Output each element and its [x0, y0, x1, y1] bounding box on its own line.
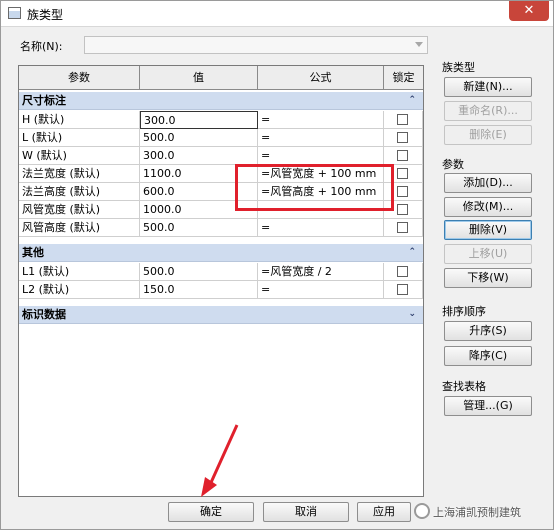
lock-checkbox[interactable]: [397, 222, 408, 233]
family-types-dialog: 族类型 ✕ 名称(N): 参数 值 公式 锁定 尺寸标注 ⌃ H (默认) 30…: [0, 0, 554, 530]
table-row[interactable]: 风管高度 (默认) 500.0 =: [19, 219, 423, 237]
move-down-button[interactable]: 下移(W): [444, 268, 532, 288]
expand-icon[interactable]: ⌄: [408, 306, 416, 323]
category-label: 标识数据: [22, 308, 66, 321]
lock-checkbox[interactable]: [397, 114, 408, 125]
param-name: 风管宽度 (默认): [19, 201, 140, 219]
remove-parameter-button[interactable]: 删除(V): [444, 220, 532, 240]
category-other[interactable]: 其他 ⌃: [19, 244, 423, 262]
table-row[interactable]: W (默认) 300.0 =: [19, 147, 423, 165]
lock-cell: [384, 129, 423, 147]
lock-checkbox[interactable]: [397, 266, 408, 277]
column-header-value[interactable]: 值: [140, 66, 258, 90]
param-name: 法兰高度 (默认): [19, 183, 140, 201]
table-row[interactable]: H (默认) 300.0 =: [19, 111, 423, 129]
category-label: 尺寸标注: [22, 94, 66, 107]
close-button[interactable]: ✕: [509, 1, 549, 21]
table-row[interactable]: L1 (默认) 500.0 =风管宽度 / 2: [19, 263, 423, 281]
sort-descending-button[interactable]: 降序(C): [444, 346, 532, 366]
category-identity-data[interactable]: 标识数据 ⌄: [19, 306, 423, 324]
ok-button[interactable]: 确定: [168, 502, 254, 522]
chevron-down-icon[interactable]: [415, 42, 423, 47]
lock-checkbox[interactable]: [397, 284, 408, 295]
app-icon: [8, 7, 21, 19]
param-name: L2 (默认): [19, 281, 140, 299]
param-name: H (默认): [19, 111, 140, 129]
collapse-icon[interactable]: ⌃: [408, 92, 416, 109]
table-row[interactable]: L2 (默认) 150.0 =: [19, 281, 423, 299]
param-name: L (默认): [19, 129, 140, 147]
category-label: 其他: [22, 246, 44, 259]
param-formula-input[interactable]: =: [258, 281, 384, 299]
param-value-input[interactable]: 300.0: [140, 147, 258, 165]
table-row[interactable]: L (默认) 500.0 =: [19, 129, 423, 147]
lock-cell: [384, 281, 423, 299]
param-formula-input[interactable]: =风管宽度 / 2: [258, 263, 384, 281]
param-formula-input[interactable]: =: [258, 147, 384, 165]
collapse-icon[interactable]: ⌃: [408, 244, 416, 261]
lock-checkbox[interactable]: [397, 168, 408, 179]
red-arrow-annotation: [201, 424, 239, 497]
add-parameter-button[interactable]: 添加(D)...: [444, 173, 532, 193]
param-value-input[interactable]: 500.0: [140, 263, 258, 281]
name-label: 名称(N):: [20, 40, 63, 53]
lookup-tables-label: 查找表格: [442, 380, 486, 393]
lock-cell: [384, 219, 423, 237]
cancel-button[interactable]: 取消: [263, 502, 349, 522]
param-value-input[interactable]: 150.0: [140, 281, 258, 299]
modify-parameter-button[interactable]: 修改(M)...: [444, 197, 532, 217]
lock-cell: [384, 111, 423, 129]
sort-ascending-button[interactable]: 升序(S): [444, 321, 532, 341]
watermark-logo-icon: [414, 503, 430, 519]
new-type-button[interactable]: 新建(N)...: [444, 77, 532, 97]
param-value-input[interactable]: 500.0: [140, 129, 258, 147]
watermark-text: 上海浦凯预制建筑: [433, 506, 521, 519]
delete-type-button[interactable]: 删除(E): [444, 125, 532, 145]
column-header-formula[interactable]: 公式: [258, 66, 384, 90]
param-value-input[interactable]: 300.0: [140, 111, 258, 129]
window-title: 族类型: [27, 8, 64, 22]
apply-button[interactable]: 应用: [357, 502, 411, 522]
lock-cell: [384, 263, 423, 281]
rename-type-button[interactable]: 重命名(R)...: [444, 101, 532, 121]
param-formula-input[interactable]: =: [258, 111, 384, 129]
move-up-button[interactable]: 上移(U): [444, 244, 532, 264]
lock-checkbox[interactable]: [397, 150, 408, 161]
title-bar: 族类型 ✕: [1, 1, 553, 27]
lock-checkbox[interactable]: [397, 132, 408, 143]
param-name: W (默认): [19, 147, 140, 165]
lock-checkbox[interactable]: [397, 186, 408, 197]
param-name: L1 (默认): [19, 263, 140, 281]
formula-highlight-box: [235, 164, 394, 211]
manage-lookup-button[interactable]: 管理...(G): [444, 396, 532, 416]
param-formula-input[interactable]: =: [258, 219, 384, 237]
column-header-param[interactable]: 参数: [19, 66, 140, 90]
param-value-input[interactable]: 500.0: [140, 219, 258, 237]
lock-cell: [384, 147, 423, 165]
column-header-lock[interactable]: 锁定: [384, 66, 423, 90]
lock-checkbox[interactable]: [397, 204, 408, 215]
param-formula-input[interactable]: =: [258, 129, 384, 147]
category-dimensions[interactable]: 尺寸标注 ⌃: [19, 92, 423, 110]
family-types-label: 族类型: [442, 61, 475, 74]
param-name: 风管高度 (默认): [19, 219, 140, 237]
name-combo[interactable]: [84, 36, 428, 54]
parameters-label: 参数: [442, 158, 464, 171]
param-name: 法兰宽度 (默认): [19, 165, 140, 183]
sort-order-label: 排序顺序: [442, 305, 486, 318]
